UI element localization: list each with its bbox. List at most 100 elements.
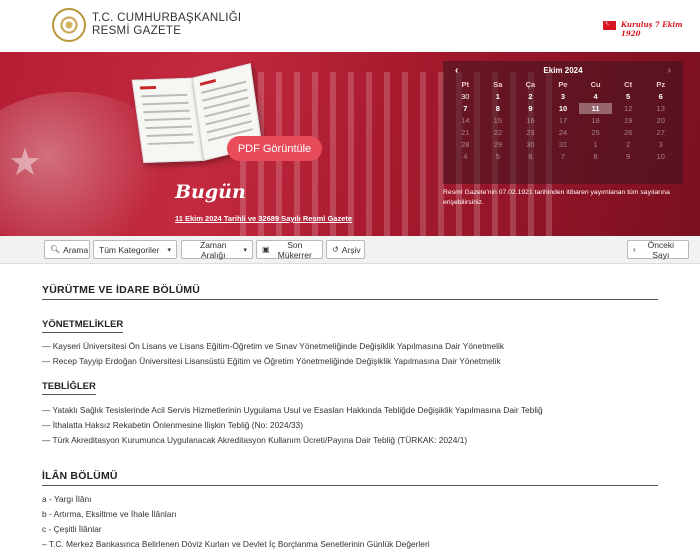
latest-repeat-label: Son Mükerrer: [277, 239, 312, 260]
announcement-link[interactable]: a - Yargı İlânı: [42, 492, 658, 507]
calendar-day: 26: [623, 128, 633, 137]
archive-button[interactable]: ↺ Arşiv: [326, 240, 365, 259]
calendar-day: 18: [591, 116, 600, 125]
previous-issue-button[interactable]: ‹ Önceki Sayı: [627, 239, 689, 260]
communiques-heading: TEBLİĞLER: [42, 381, 96, 395]
calendar-day: 10: [656, 152, 665, 161]
calendar-day[interactable]: 3: [547, 91, 580, 102]
calendar-next-icon: ›: [667, 64, 671, 76]
calendar-day: 28: [461, 140, 470, 149]
category-select-label: Tüm Kategoriler: [99, 244, 160, 255]
today-issue-link[interactable]: 11 Ekim 2024 Tarihli ve 32689 Sayılı Res…: [175, 214, 352, 223]
calendar-day: 21: [461, 128, 470, 137]
calendar-day: 19: [623, 116, 633, 125]
calendar-day[interactable]: 2: [514, 91, 547, 102]
calendar-day: 4: [463, 152, 468, 161]
calendar-day-today[interactable]: 11: [579, 103, 612, 114]
star-icon: ★: [8, 142, 43, 184]
calendar-day: 17: [558, 116, 568, 125]
category-select[interactable]: Tüm Kategoriler ▾: [93, 240, 177, 259]
archive-note: Resmî Gazete'nin 07.02.1921 tarihinden i…: [443, 189, 670, 206]
calendar-day[interactable]: 9: [514, 103, 547, 114]
calendar-day: 8: [593, 152, 598, 161]
search-button-label: Arama: [63, 244, 89, 255]
communique-link[interactable]: — Türk Akreditasyon Kurumunca Uygulanaca…: [42, 433, 658, 448]
chevron-left-icon: ‹: [633, 245, 636, 254]
brand-line-2: RESMİ GAZETE: [92, 25, 182, 37]
calendar-day[interactable]: 1: [482, 91, 515, 102]
calendar-day[interactable]: 30: [449, 91, 482, 102]
calendar-day[interactable]: 8: [482, 103, 515, 114]
date-range-select[interactable]: Zaman Aralığı ▾: [181, 239, 253, 260]
issue-contents: YÜRÜTME VE İDARE BÖLÜMÜ YÖNETMELİKLER — …: [0, 284, 700, 551]
weekday-label: Cu: [590, 80, 601, 89]
today-heading: Bugün: [175, 181, 246, 203]
section-announcements-title: İLÂN BÖLÜMÜ: [42, 470, 658, 486]
calendar-day: 9: [626, 152, 631, 161]
weekday-label: Sa: [493, 80, 503, 89]
weekday-label: Pt: [461, 80, 470, 89]
chevron-down-icon: ▾: [167, 246, 171, 254]
calendar-day: 24: [558, 128, 568, 137]
calendar-day[interactable]: 4: [579, 91, 612, 102]
turkish-flag-icon: [603, 18, 616, 30]
search-icon: 🔍︎: [50, 245, 61, 254]
save-icon: ▣: [262, 245, 270, 254]
calendar-prev-icon[interactable]: ‹: [455, 65, 458, 76]
calendar-day: 14: [461, 116, 470, 125]
calendar-day: 29: [493, 140, 503, 149]
hero-banner: ★ PDF Görüntüle Bugün 11 Ekim 2024 Tarih…: [0, 52, 700, 236]
previous-issue-label: Önceki Sayı: [647, 239, 675, 260]
weekday-label: Ct: [624, 80, 633, 89]
filter-toolbar: 🔍︎ Arama Tüm Kategoriler ▾ Zaman Aralığı…: [0, 236, 700, 264]
regulation-link[interactable]: — Recep Tayyip Erdoğan Üniversitesi Lisa…: [42, 354, 658, 369]
brand-line-1: T.C. CUMHURBAŞKANLIĞI: [92, 12, 242, 24]
archive-label: Arşiv: [341, 244, 361, 255]
calendar-header: ‹ Ekim 2024 ›: [443, 61, 683, 79]
calendar-day: 1: [593, 140, 598, 149]
calendar-day[interactable]: 10: [547, 103, 580, 114]
calendar-day: 31: [558, 140, 568, 149]
calendar-day: 23: [526, 128, 535, 137]
chevron-down-icon: ▾: [243, 246, 247, 254]
calendar-day: 16: [526, 116, 535, 125]
calendar-day[interactable]: 5: [612, 91, 645, 102]
regulation-link[interactable]: — Kayseri Üniversitesi Ön Lisans ve Lisa…: [42, 339, 658, 354]
weekday-label: Pz: [656, 80, 666, 89]
date-range-label: Zaman Aralığı: [200, 239, 227, 260]
latest-repeat-button[interactable]: ▣ Son Mükerrer: [256, 239, 323, 260]
calendar-day: 15: [493, 116, 503, 125]
calendar-day[interactable]: 7: [449, 103, 482, 114]
announcement-link[interactable]: b - Artırma, Eksiltme ve İhale İlânları: [42, 507, 658, 522]
calendar-widget: ‹ Ekim 2024 › Pt Sa Ça Pe Cu Ct Pz 30 1 …: [443, 61, 683, 184]
communique-link[interactable]: — İthalatta Haksız Rekabetin Önlenmesine…: [42, 418, 658, 433]
calendar-day: 13: [656, 104, 665, 113]
calendar-grid: Pt Sa Ça Pe Cu Ct Pz 30 1 2 3 4 5 6 7 8 …: [443, 79, 683, 162]
state-seal-logo[interactable]: [52, 8, 86, 42]
calendar-day: 3: [658, 140, 663, 149]
calendar-day: 5: [495, 152, 500, 161]
communique-link[interactable]: — Yataklı Sağlık Tesislerinde Acil Servi…: [42, 403, 658, 418]
calendar-day: 12: [623, 104, 633, 113]
site-header: T.C. CUMHURBAŞKANLIĞI RESMİ GAZETE Kurul…: [0, 0, 700, 52]
search-button[interactable]: 🔍︎ Arama: [44, 240, 90, 259]
calendar-day: 25: [591, 128, 600, 137]
weekday-label: Ça: [525, 80, 536, 89]
calendar-month: Ekim 2024: [543, 65, 583, 75]
calendar-day: 20: [656, 116, 665, 125]
history-icon: ↺: [332, 245, 339, 254]
announcement-link[interactable]: c - Çeşitli İlânlar: [42, 522, 658, 537]
calendar-day: 30: [526, 140, 535, 149]
calendar-day: 22: [493, 128, 503, 137]
calendar-day: 27: [656, 128, 665, 137]
calendar-day[interactable]: 6: [644, 91, 677, 102]
pdf-view-button[interactable]: PDF Görüntüle: [227, 136, 322, 161]
calendar-day: 6: [528, 152, 533, 161]
site-brand[interactable]: T.C. CUMHURBAŞKANLIĞI RESMİ GAZETE: [92, 12, 241, 38]
announcement-link[interactable]: – T.C. Merkez Bankasınca Belirlenen Dövi…: [42, 537, 658, 551]
regulations-heading: YÖNETMELİKLER: [42, 319, 124, 333]
calendar-day: 2: [626, 140, 631, 149]
weekday-label: Pe: [558, 80, 568, 89]
section-executive-title: YÜRÜTME VE İDARE BÖLÜMÜ: [42, 284, 658, 300]
founded-text: Kuruluş 7 Ekim 1920: [621, 20, 683, 38]
